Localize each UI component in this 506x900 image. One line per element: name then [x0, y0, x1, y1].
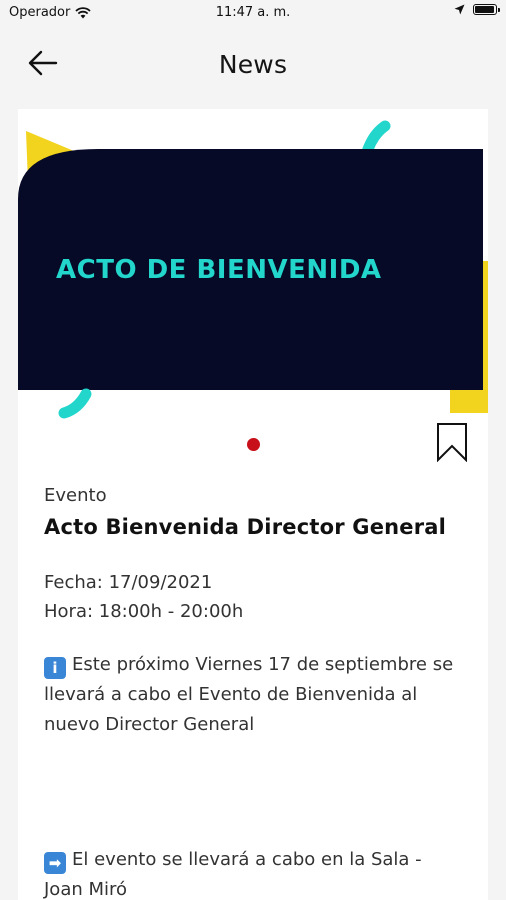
- info-icon: i: [44, 657, 66, 679]
- bookmark-button[interactable]: [436, 422, 468, 463]
- status-right: [454, 4, 500, 15]
- event-time: Hora: 18:00h - 20:00h: [44, 601, 244, 622]
- article-paragraph: ➡ El evento se llevará a cabo en la Sala …: [44, 845, 464, 900]
- right-arrow-icon: ➡: [44, 852, 66, 874]
- paragraph-text: El evento se llevará a cabo en la Sala -…: [44, 849, 422, 900]
- banner-title: ACTO DE BIENVENIDA: [56, 255, 382, 285]
- status-bar: Operador 11:47 a. m.: [0, 0, 506, 28]
- app-header: News: [0, 30, 506, 100]
- battery-icon: [473, 4, 500, 15]
- article-paragraph: i Este próximo Viernes 17 de septiembre s…: [44, 650, 464, 740]
- news-headline: Acto Bienvenida Director General: [44, 515, 447, 539]
- status-time: 11:47 a. m.: [215, 5, 291, 20]
- news-card: ACTO DE BIENVENIDA Evento Acto Bienvenid…: [18, 109, 488, 900]
- news-category: Evento: [44, 485, 107, 506]
- page-title: News: [218, 50, 288, 79]
- event-date: Fecha: 17/09/2021: [44, 572, 213, 593]
- paragraph-text: Este próximo Viernes 17 de septiembre se…: [44, 654, 454, 735]
- location-arrow-icon: [454, 4, 465, 15]
- bookmark-icon: [437, 423, 467, 463]
- news-banner-image[interactable]: ACTO DE BIENVENIDA: [18, 109, 488, 429]
- carousel-indicator-dot[interactable]: [247, 438, 260, 451]
